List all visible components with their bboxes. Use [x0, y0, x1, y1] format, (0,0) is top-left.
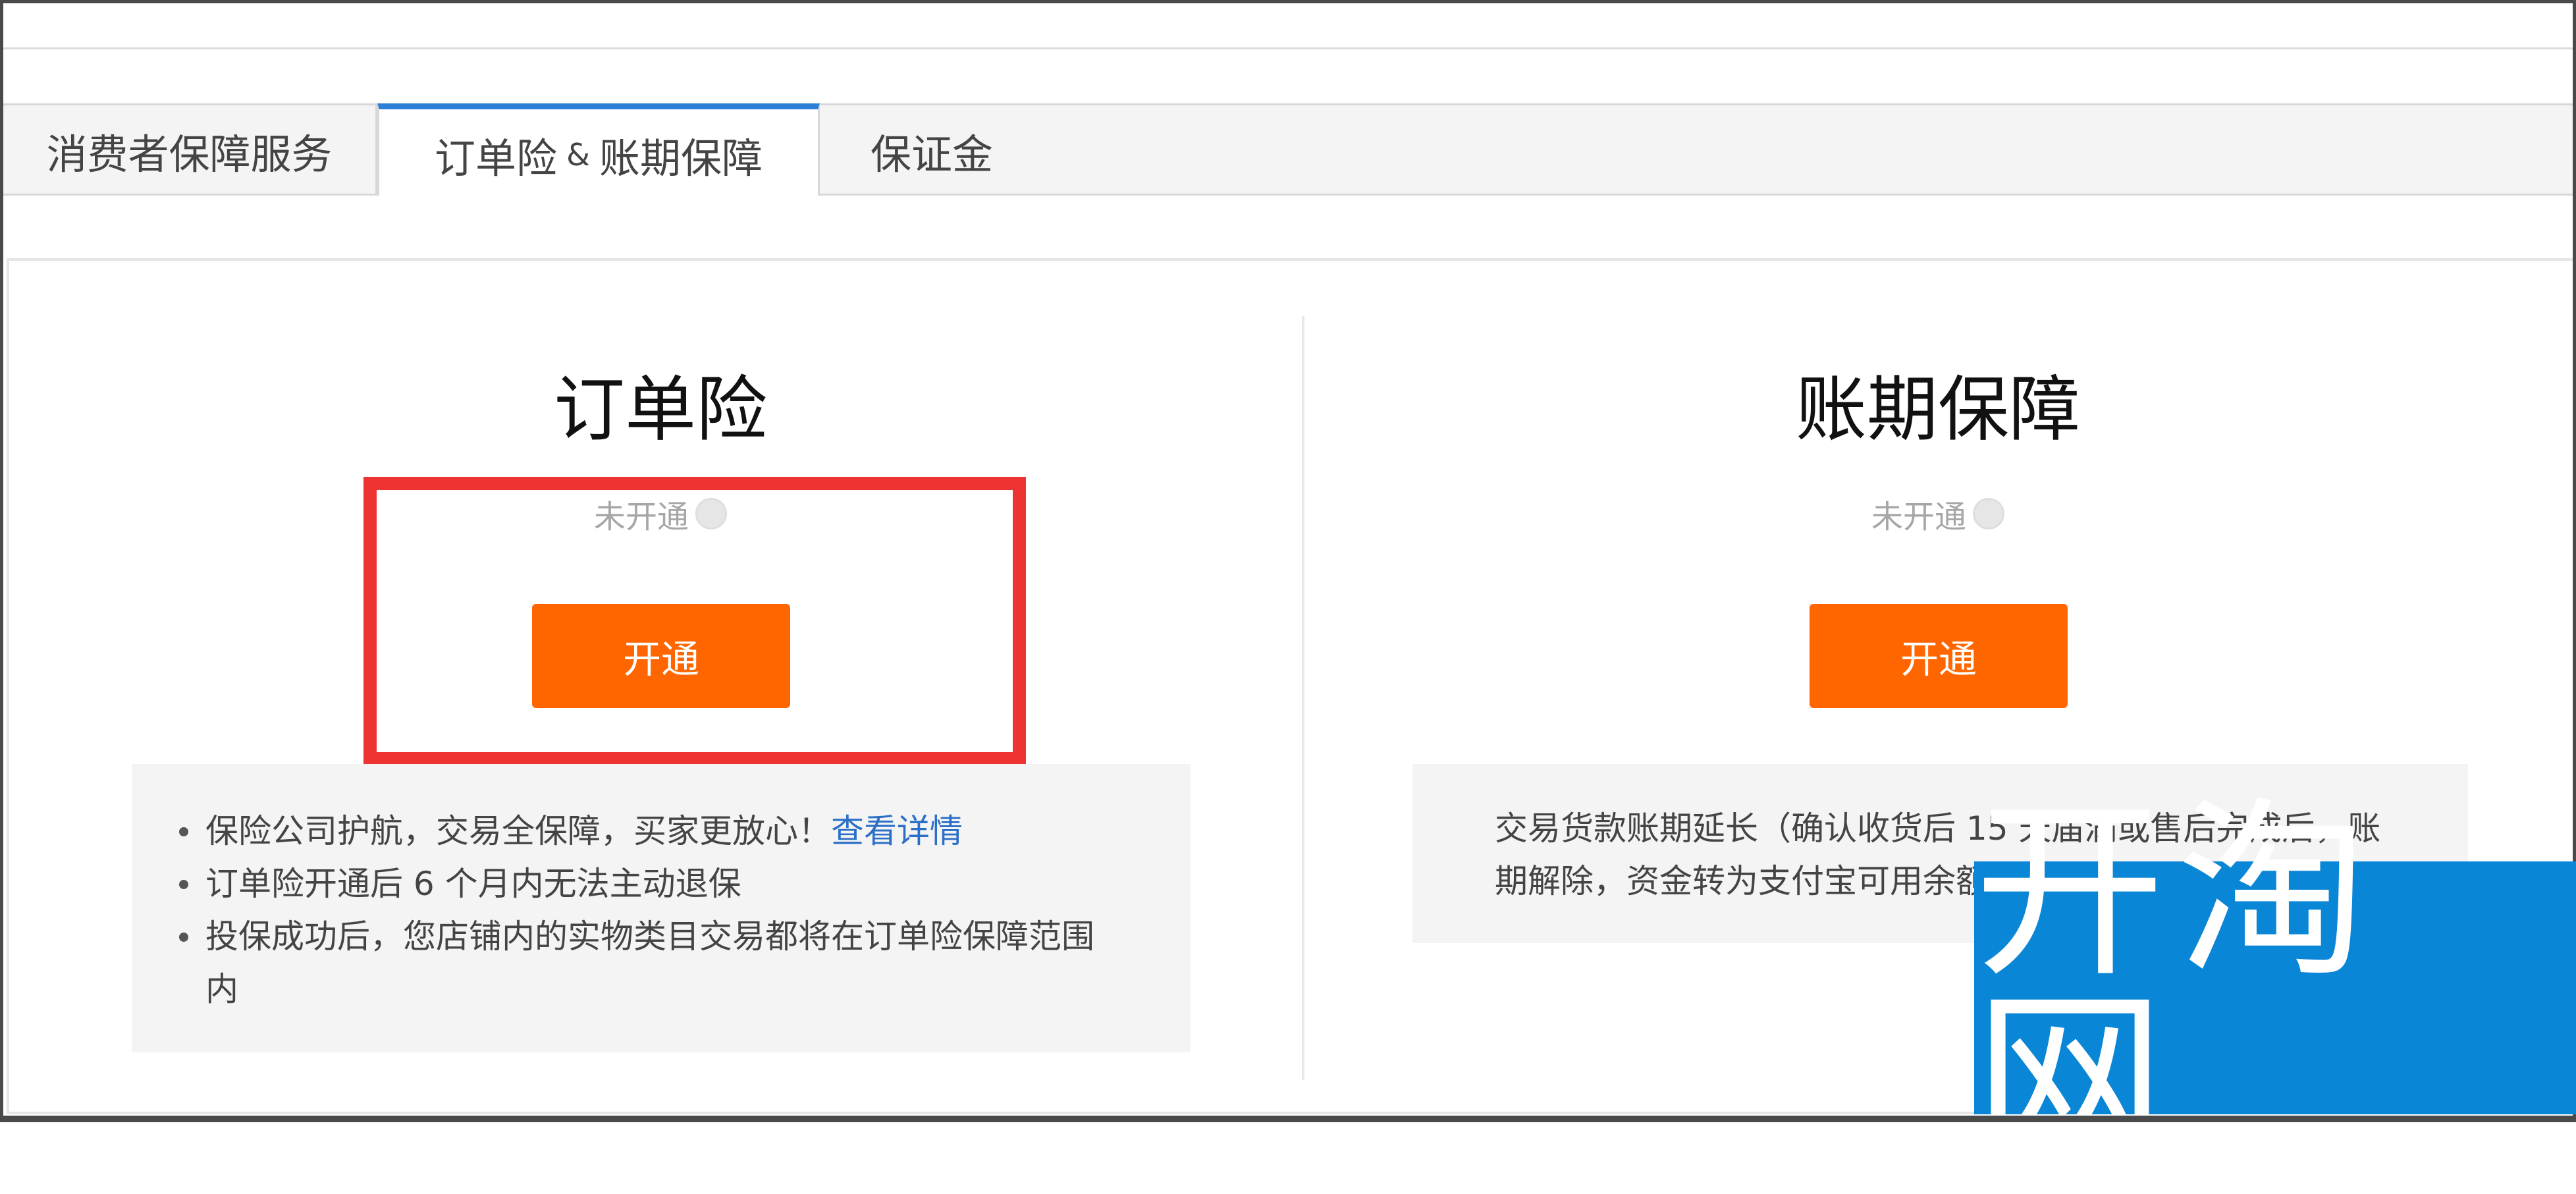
bullet-text: 保险公司护航，交易全保障，买家更放心！: [205, 812, 831, 850]
tab-consumer-protection[interactable]: 消费者保障服务: [3, 103, 377, 198]
status-text: 未开通: [1871, 499, 1966, 535]
bottom-border: [0, 1116, 2576, 1122]
watermark-logo: 开淘网: [1974, 797, 2576, 1179]
tab-deposit[interactable]: 保证金: [820, 103, 1044, 198]
billing-protection-status: 未开通: [1740, 491, 2135, 537]
top-bar: [3, 3, 2573, 49]
order-insurance-info: 保险公司护航，交易全保障，买家更放心！查看详情 订单险开通后 6 个月内无法主动…: [132, 764, 1191, 1052]
bullet-text: 投保成功后，您店铺内的实物类目交易都将在订单险保障范围内: [205, 917, 1094, 1008]
tab-bar: 消费者保障服务 订单险 & 账期保障 保证金: [3, 103, 2573, 200]
status-indicator-icon: [1973, 498, 2004, 529]
bullet-text: 订单险开通后 6 个月内无法主动退保: [205, 865, 741, 903]
tab-label-amp: &: [566, 136, 590, 173]
column-divider: [1302, 316, 1304, 1080]
tab-label-a: 订单险: [435, 134, 558, 182]
list-item: 订单险开通后 6 个月内无法主动退保: [132, 857, 1112, 910]
list-item: 保险公司护航，交易全保障，买家更放心！查看详情: [132, 805, 1112, 857]
tab-label: 保证金: [870, 130, 993, 178]
tab-order-insurance-billing[interactable]: 订单险 & 账期保障: [377, 103, 820, 200]
tab-label-b: 账期保障: [599, 134, 763, 182]
tab-label: 消费者保障服务: [46, 130, 333, 178]
list-item: 投保成功后，您店铺内的实物类目交易都将在订单险保障范围内: [132, 910, 1112, 1016]
activate-billing-protection-button[interactable]: 开通: [1810, 604, 2068, 708]
billing-protection-title: 账期保障: [1795, 369, 2080, 451]
view-details-link[interactable]: 查看详情: [831, 812, 963, 850]
spacer: [3, 196, 2573, 258]
highlight-box: [363, 477, 1026, 765]
order-insurance-title: 订单险: [553, 369, 767, 451]
